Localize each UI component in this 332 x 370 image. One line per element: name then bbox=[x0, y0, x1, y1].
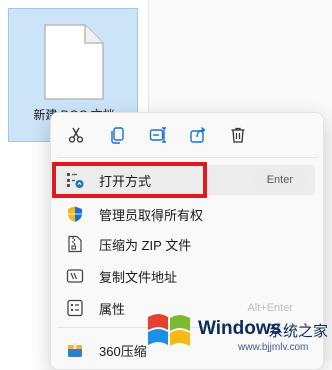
archive-icon bbox=[65, 340, 85, 360]
menu-item-copy-path[interactable]: 复制文件地址 bbox=[57, 261, 315, 291]
menu-item-label: 属性 bbox=[99, 301, 126, 317]
scissors-icon bbox=[68, 127, 84, 143]
quick-actions-bar bbox=[51, 113, 323, 157]
menu-item-compress-zip[interactable]: 压缩为 ZIP 文件 bbox=[57, 229, 315, 259]
rename-button[interactable] bbox=[145, 122, 171, 148]
trash-icon bbox=[231, 127, 245, 143]
delete-button[interactable] bbox=[225, 122, 251, 148]
shortcut-badge: Enter bbox=[252, 170, 307, 190]
copy-path-icon bbox=[65, 266, 85, 286]
watermark-brand-cn: 系统之家 bbox=[268, 323, 329, 340]
open-with-icon bbox=[65, 170, 85, 190]
menu-item-label: 打开方式 bbox=[99, 173, 152, 189]
cut-button[interactable] bbox=[63, 122, 89, 148]
pane-divider bbox=[148, 0, 149, 120]
document-icon bbox=[43, 23, 105, 106]
menu-item-label: 复制文件地址 bbox=[99, 269, 178, 285]
site-watermark: Windows 系统之家 www.bjjmlv.com bbox=[138, 300, 332, 360]
copy-button[interactable] bbox=[105, 122, 131, 148]
copy-icon bbox=[111, 127, 124, 144]
menu-item-label: 管理员取得所有权 bbox=[99, 207, 204, 223]
menu-item-label: 压缩为 ZIP 文件 bbox=[99, 237, 192, 253]
menu-item-take-ownership[interactable]: 管理员取得所有权 bbox=[57, 199, 315, 229]
properties-icon bbox=[65, 298, 85, 318]
share-button[interactable] bbox=[185, 122, 211, 148]
windows-logo-icon bbox=[148, 314, 190, 346]
share-icon bbox=[190, 126, 206, 143]
shield-icon bbox=[65, 204, 85, 224]
watermark-url: www.bjjmlv.com bbox=[238, 342, 309, 353]
menu-item-open-with[interactable]: 打开方式 Enter bbox=[57, 165, 315, 195]
menu-separator bbox=[57, 157, 317, 158]
zip-icon bbox=[65, 234, 85, 254]
rename-icon bbox=[149, 127, 166, 143]
